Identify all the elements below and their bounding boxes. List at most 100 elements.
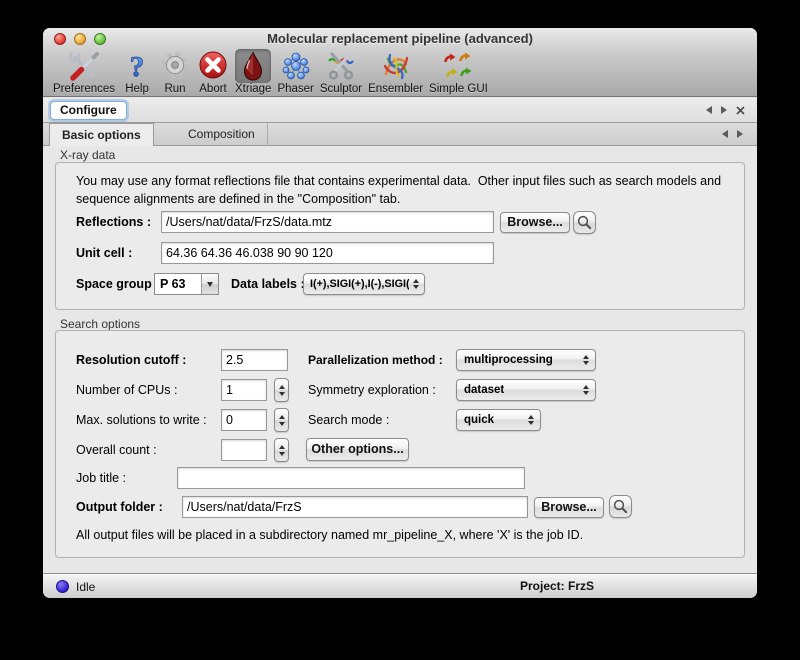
toolbar-label: Phaser (275, 83, 315, 95)
tab-scroll-right-icon[interactable] (721, 106, 727, 114)
max-solutions-input[interactable]: 0 (221, 409, 267, 431)
overall-count-stepper[interactable] (274, 438, 289, 462)
overall-count-input[interactable] (221, 439, 267, 461)
reflections-browse-button[interactable]: Browse... (500, 212, 570, 233)
data-labels-popup[interactable]: I(+),SIGI(+),I(-),SIGI(-) (303, 273, 425, 295)
title-bar[interactable]: Molecular replacement pipeline (advanced… (43, 28, 757, 50)
output-folder-input[interactable]: /Users/nat/data/FrzS (182, 496, 528, 518)
parallelization-method-value: multiprocessing (464, 354, 553, 366)
reflections-label: Reflections : (76, 215, 151, 229)
toolbar-label: Ensembler (366, 83, 425, 95)
document-tab-bar: Configure (43, 98, 757, 123)
toolbar-label: Help (123, 83, 151, 95)
status-text: Idle (76, 580, 95, 594)
magnifier-icon (577, 215, 592, 230)
tab-scroll-left-icon[interactable] (706, 106, 712, 114)
unit-cell-label: Unit cell : (76, 246, 132, 260)
xray-groupbox: You may use any format reflections file … (55, 162, 745, 310)
popup-arrows-icon (409, 279, 424, 289)
subtab-scroll-left-icon[interactable] (722, 130, 728, 138)
resolution-cutoff-input[interactable]: 2.5 (221, 349, 288, 371)
window-title: Molecular replacement pipeline (advanced… (43, 31, 757, 46)
toolbar-label: Xtriage (233, 83, 273, 95)
options-tab-bar: Basic options Composition (43, 123, 757, 146)
max-solutions-stepper[interactable] (274, 408, 289, 432)
toolbar-help-button[interactable]: ? Help (119, 49, 155, 95)
project-label: Project: FrzS (520, 579, 594, 593)
toolbar-xtriage-button[interactable]: Xtriage (233, 49, 273, 95)
popup-arrows-icon (579, 385, 595, 395)
space-group-label: Space group : (76, 277, 159, 291)
overall-count-label: Overall count : (76, 443, 157, 457)
toolbar-preferences-button[interactable]: Preferences (51, 49, 117, 95)
molecule-icon (278, 49, 314, 83)
max-solutions-label: Max. solutions to write : (76, 413, 207, 427)
xray-description-line1: You may use any format reflections file … (76, 174, 721, 188)
toolbar-label: Run (162, 83, 187, 95)
search-mode-label: Search mode : (308, 413, 389, 427)
output-note: All output files will be placed in a sub… (76, 528, 583, 542)
output-folder-view-button[interactable] (609, 495, 632, 518)
tab-basic-options[interactable]: Basic options (49, 123, 154, 147)
space-group-value: P 63 (155, 274, 201, 294)
droplet-icon (235, 49, 271, 83)
popup-arrows-icon (524, 415, 540, 425)
xray-description-line2: sequence alignments are defined in the "… (76, 192, 400, 206)
toolbar-sculptor-button[interactable]: Sculptor (318, 49, 364, 95)
toolbar-ensembler-button[interactable]: Ensembler (366, 49, 425, 95)
tools-icon (66, 49, 102, 83)
svg-text:?: ? (130, 51, 145, 82)
subtab-scroll-right-icon[interactable] (737, 130, 743, 138)
toolbar-simple-gui-button[interactable]: Simple GUI (427, 49, 490, 95)
reflections-input[interactable]: /Users/nat/data/FrzS/data.mtz (161, 211, 494, 233)
resolution-cutoff-label: Resolution cutoff : (76, 353, 186, 367)
toolbar: Preferences ? Help Run (43, 50, 757, 97)
number-of-cpus-stepper[interactable] (274, 378, 289, 402)
parallelization-method-popup[interactable]: multiprocessing (456, 349, 596, 371)
number-of-cpus-label: Number of CPUs : (76, 383, 177, 397)
symmetry-exploration-label: Symmetry exploration : (308, 383, 436, 397)
toolbar-abort-button[interactable]: Abort (195, 49, 231, 95)
job-title-label: Job title : (76, 471, 126, 485)
popup-arrows-icon (579, 355, 595, 365)
status-indicator-icon (56, 580, 69, 593)
search-mode-popup[interactable]: quick (456, 409, 541, 431)
job-title-input[interactable] (177, 467, 525, 489)
parallelization-method-label: Parallelization method : (308, 353, 443, 367)
tab-composition[interactable]: Composition (176, 123, 268, 146)
symmetry-exploration-popup[interactable]: dataset (456, 379, 596, 401)
scissors-icon (323, 49, 359, 83)
toolbar-label: Preferences (51, 83, 117, 95)
output-folder-browse-button[interactable]: Browse... (534, 497, 604, 518)
tab-configure[interactable]: Configure (50, 101, 127, 120)
symmetry-exploration-value: dataset (464, 384, 504, 396)
status-bar: Idle Project: FrzS (43, 573, 757, 598)
xray-section-title: X-ray data (60, 148, 115, 162)
toolbar-run-button[interactable]: Run (157, 49, 193, 95)
other-options-button[interactable]: Other options... (306, 438, 409, 461)
question-icon: ? (119, 49, 155, 83)
number-of-cpus-input[interactable]: 1 (221, 379, 267, 401)
output-folder-label: Output folder : (76, 500, 163, 514)
abort-icon (195, 49, 231, 83)
dropdown-arrow-icon[interactable] (201, 274, 218, 294)
unit-cell-input[interactable]: 64.36 64.36 46.038 90 90 120 (161, 242, 494, 264)
toolbar-phaser-button[interactable]: Phaser (275, 49, 315, 95)
search-groupbox: Resolution cutoff : 2.5 Parallelization … (55, 330, 745, 558)
search-section-title: Search options (60, 317, 140, 331)
data-labels-label: Data labels : (231, 277, 305, 291)
toolbar-label: Sculptor (318, 83, 364, 95)
magnifier-icon (613, 499, 628, 514)
ribbons-icon (378, 49, 414, 83)
curved-arrows-icon (440, 49, 476, 83)
search-mode-value: quick (464, 414, 494, 426)
space-group-combobox[interactable]: P 63 (154, 273, 219, 295)
reflections-view-button[interactable] (573, 211, 596, 234)
app-window: Molecular replacement pipeline (advanced… (43, 28, 757, 598)
settings-panel: X-ray data You may use any format reflec… (43, 146, 757, 573)
gear-icon (157, 49, 193, 83)
toolbar-label: Abort (197, 83, 229, 95)
close-tab-icon[interactable] (736, 106, 745, 115)
toolbar-label: Simple GUI (427, 83, 490, 95)
data-labels-value: I(+),SIGI(+),I(-),SIGI(-) (310, 278, 409, 290)
